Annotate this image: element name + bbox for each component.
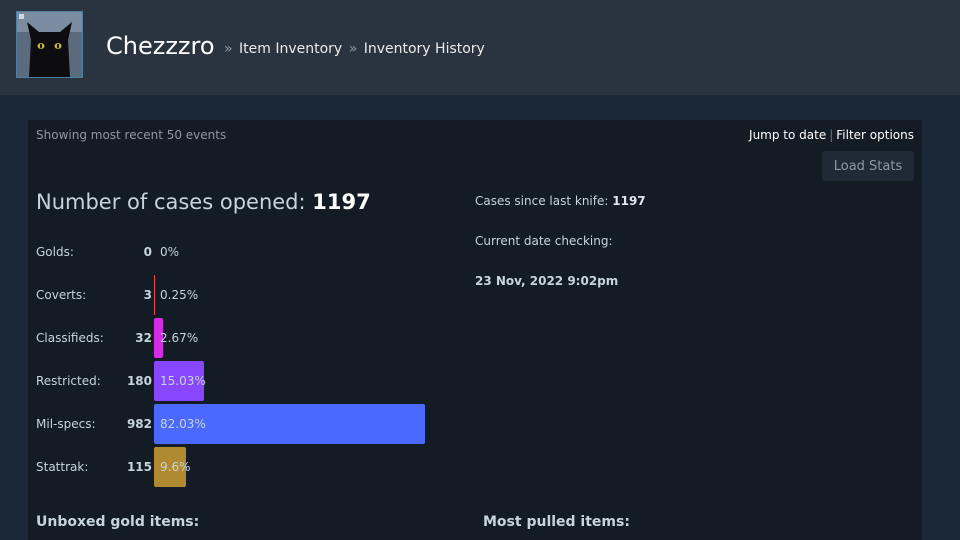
cases-opened-heading: Number of cases opened: 1197 [36,190,371,214]
avatar[interactable] [16,11,83,78]
stat-percent: 0% [160,245,180,259]
stat-row: Stattrak: 115 9.6% [36,447,456,487]
stat-percent: 2.67% [160,331,199,345]
stat-count: 32 [135,331,152,345]
stat-label: Coverts: [36,288,87,302]
stat-label: Classifieds: [36,331,104,345]
stat-label: Golds: [36,245,74,259]
cases-opened-label: Number of cases opened: [36,190,306,214]
cases-since-knife-label: Cases since last knife: [475,194,609,208]
divider: | [829,128,834,142]
cases-since-knife-value: 1197 [612,194,646,208]
events-count-text: Showing most recent 50 events [36,128,227,142]
jump-to-date-link[interactable]: Jump to date [749,128,826,142]
stat-percent: 15.03% [160,374,206,388]
stat-row: Classifieds: 32 2.67% [36,318,456,358]
stat-count: 982 [126,417,152,431]
inventory-history-panel: Showing most recent 50 events Jump to da… [28,120,922,540]
breadcrumb-item-inventory[interactable]: Item Inventory [239,41,342,57]
breadcrumb-inventory-history[interactable]: Inventory History [364,41,485,57]
history-controls: Jump to date | Filter options [749,128,914,142]
stat-percent: 0.25% [160,288,199,302]
stat-label: Mil-specs: [36,417,96,431]
filter-options-link[interactable]: Filter options [836,128,914,142]
stat-count: 3 [143,288,152,302]
profile-header: Chezzzro » Item Inventory » Inventory Hi… [0,0,960,95]
stat-count: 115 [126,460,152,474]
stat-label: Restricted: [36,374,101,388]
stat-row: Coverts: 3 0.25% [36,275,456,315]
stat-row: Mil-specs: 982 82.03% [36,404,456,444]
stat-bar [154,275,155,315]
stat-percent: 82.03% [160,417,206,431]
breadcrumb: » Item Inventory » Inventory History [222,41,485,57]
stat-count: 0 [143,245,152,259]
unboxed-gold-items-heading: Unboxed gold items: [36,514,200,530]
stat-label: Stattrak: [36,460,89,474]
most-pulled-items-heading: Most pulled items: [483,514,630,530]
cases-opened-value: 1197 [312,190,371,214]
black-cat-avatar-icon [17,12,82,77]
profile-name[interactable]: Chezzzro [106,32,215,60]
breadcrumb-separator: » [224,41,233,57]
stat-row: Restricted: 180 15.03% [36,361,456,401]
date-checking-value: 23 Nov, 2022 9:02pm [475,274,619,288]
breadcrumb-separator: » [348,41,358,57]
load-stats-button[interactable]: Load Stats [822,151,914,181]
date-checking-label: Current date checking: [475,234,613,248]
stat-percent: 9.6% [160,460,191,474]
stat-row: Golds: 0 0% [36,232,456,272]
stat-count: 180 [126,374,152,388]
cases-since-knife: Cases since last knife: 1197 [475,194,646,208]
